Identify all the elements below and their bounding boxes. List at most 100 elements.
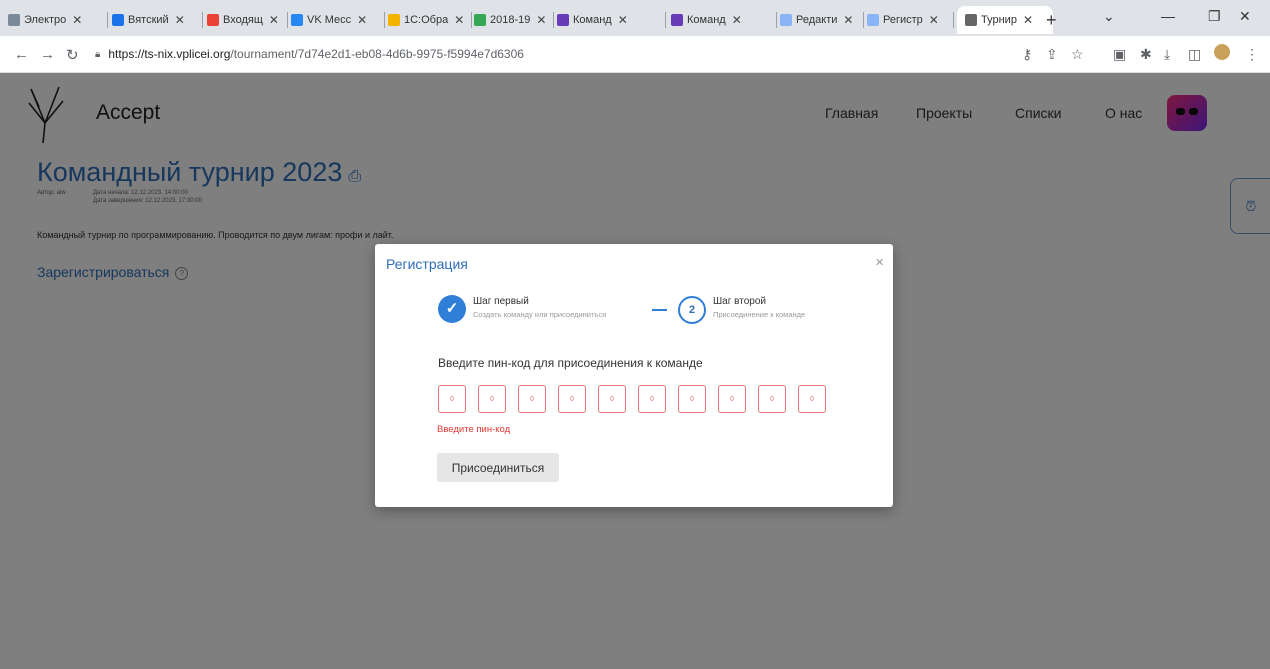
pin-code-inputs: 0000000000 — [438, 385, 838, 413]
forward-icon[interactable]: → — [40, 46, 55, 63]
tab-label: Входящ — [223, 14, 263, 26]
tab-label: Редакти — [796, 14, 838, 26]
tab-search-icon[interactable]: ⌄ — [1103, 8, 1115, 25]
tab-favicon-icon — [8, 14, 20, 26]
step2-title: Шаг второй — [713, 296, 766, 307]
reload-icon[interactable]: ↻ — [66, 46, 79, 64]
lock-icon: 🔒︎ — [95, 48, 101, 60]
tab-separator — [384, 12, 385, 28]
back-icon[interactable]: ← — [14, 46, 29, 63]
tab-separator — [553, 12, 554, 28]
maximize-icon[interactable]: ❐ — [1208, 8, 1221, 25]
browser-tab[interactable]: Команд ✕ — [557, 6, 661, 34]
tab-favicon-icon — [965, 14, 977, 26]
tab-label: Команд — [687, 14, 726, 26]
url-host: https://ts-nix.vplicei.org — [108, 47, 231, 61]
browser-tab[interactable]: Вятский ✕ — [112, 6, 198, 34]
address-bar: ← → ↻ 🔒︎ https://ts-nix.vplicei.org/tour… — [0, 36, 1270, 73]
url-field[interactable]: 🔒︎ https://ts-nix.vplicei.org/tournament… — [95, 41, 995, 67]
tab-close-icon[interactable]: ✕ — [618, 13, 628, 27]
pin-digit-input[interactable]: 0 — [478, 385, 506, 413]
browser-tab[interactable]: 1С:Обра ✕ — [388, 6, 467, 34]
tab-separator — [287, 12, 288, 28]
minimize-icon[interactable]: — — [1161, 8, 1175, 24]
tab-favicon-icon — [291, 14, 303, 26]
profile-avatar[interactable] — [1214, 44, 1230, 60]
pin-digit-input[interactable]: 0 — [598, 385, 626, 413]
step2-subtitle: Присоединение к команде — [713, 310, 806, 319]
modal-title: Регистрация — [386, 256, 468, 272]
browser-tab[interactable]: Команд ✕ — [671, 6, 772, 34]
key-icon[interactable]: ⚷ — [1022, 46, 1032, 63]
tab-label: Турнир — [981, 14, 1017, 26]
registration-modal: Регистрация ✕ ✓ Шаг первый Создать коман… — [375, 244, 893, 507]
pin-digit-input[interactable]: 0 — [758, 385, 786, 413]
tab-close-icon[interactable]: ✕ — [357, 13, 367, 27]
tab-label: VK Месс — [307, 14, 352, 26]
tab-favicon-icon — [112, 14, 124, 26]
tab-favicon-icon — [780, 14, 792, 26]
tab-favicon-icon — [557, 14, 569, 26]
browser-tab[interactable]: Турнир ✕ — [957, 6, 1053, 34]
browser-tab[interactable]: Редакти ✕ — [780, 6, 859, 34]
tab-close-icon[interactable]: ✕ — [732, 13, 742, 27]
tab-label: Вятский — [128, 14, 169, 26]
tab-separator — [776, 12, 777, 28]
url-path: /tournament/7d74e2d1-eb08-4d6b-9975-f599… — [230, 47, 524, 61]
step-done-check-icon: ✓ — [438, 295, 466, 323]
tab-close-icon[interactable]: ✕ — [72, 13, 82, 27]
step-connector — [652, 309, 667, 311]
pin-error: Введите пин-код — [437, 424, 511, 435]
tab-close-icon[interactable]: ✕ — [175, 13, 185, 27]
pin-digit-input[interactable]: 0 — [518, 385, 546, 413]
tab-label: 1С:Обра — [404, 14, 449, 26]
close-window-icon[interactable]: ✕ — [1239, 8, 1251, 25]
tab-favicon-icon — [388, 14, 400, 26]
download-icon[interactable]: ⤓ — [1164, 46, 1170, 63]
share-icon[interactable]: ⇪ — [1046, 46, 1058, 63]
tab-label: 2018-19 — [490, 14, 531, 26]
tab-separator — [202, 12, 203, 28]
pin-digit-input[interactable]: 0 — [798, 385, 826, 413]
tab-close-icon[interactable]: ✕ — [454, 13, 464, 27]
browser-tab[interactable]: Регистр ✕ — [867, 6, 949, 34]
step1-title: Шаг первый — [473, 296, 529, 307]
tab-close-icon[interactable]: ✕ — [929, 13, 939, 27]
tab-separator — [953, 12, 954, 28]
tab-close-icon[interactable]: ✕ — [269, 13, 279, 27]
pin-prompt: Введите пин-код для присоединения к кома… — [438, 356, 703, 370]
tab-close-icon[interactable]: ✕ — [536, 13, 546, 27]
tab-label: Команд — [573, 14, 612, 26]
browser-tab-bar: Электро ✕ Вятский ✕ Входящ ✕ VK Месс ✕ 1С:Обра ✕ 2… — [0, 0, 1270, 36]
tab-favicon-icon — [474, 14, 486, 26]
step2-number: 2 — [678, 296, 706, 324]
sidepanel-icon[interactable]: ◫ — [1188, 46, 1201, 63]
pin-digit-input[interactable]: 0 — [438, 385, 466, 413]
extension-icon[interactable]: ▣ — [1113, 46, 1126, 63]
tab-close-icon[interactable]: ✕ — [843, 13, 853, 27]
tab-separator — [471, 12, 472, 28]
new-tab-icon[interactable]: + — [1046, 6, 1057, 34]
browser-tab[interactable]: 2018-19 ✕ — [474, 6, 549, 34]
pin-digit-input[interactable]: 0 — [718, 385, 746, 413]
tab-label: Электро — [24, 14, 67, 26]
tab-separator — [665, 12, 666, 28]
step1-subtitle: Создать команду или присоединиться — [473, 310, 607, 319]
pin-digit-input[interactable]: 0 — [678, 385, 706, 413]
tab-favicon-icon — [867, 14, 879, 26]
browser-menu-icon[interactable]: ⋮ — [1245, 46, 1259, 63]
pin-digit-input[interactable]: 0 — [638, 385, 666, 413]
tab-favicon-icon — [671, 14, 683, 26]
page-content: Accept Главная Проекты Списки О нас Кома… — [0, 73, 1270, 669]
tab-label: Регистр — [883, 14, 923, 26]
browser-tab[interactable]: Входящ ✕ — [207, 6, 283, 34]
bookmark-star-icon[interactable]: ☆ — [1071, 46, 1084, 63]
tab-separator — [107, 12, 108, 28]
pin-digit-input[interactable]: 0 — [558, 385, 586, 413]
browser-tab[interactable]: VK Месс ✕ — [291, 6, 380, 34]
browser-tab[interactable]: Электро ✕ — [8, 6, 103, 34]
tab-close-icon[interactable]: ✕ — [1023, 13, 1033, 27]
close-icon[interactable]: ✕ — [875, 256, 884, 269]
join-button[interactable]: Присоединиться — [437, 453, 559, 482]
puzzle-icon[interactable]: ✱ — [1140, 46, 1152, 63]
